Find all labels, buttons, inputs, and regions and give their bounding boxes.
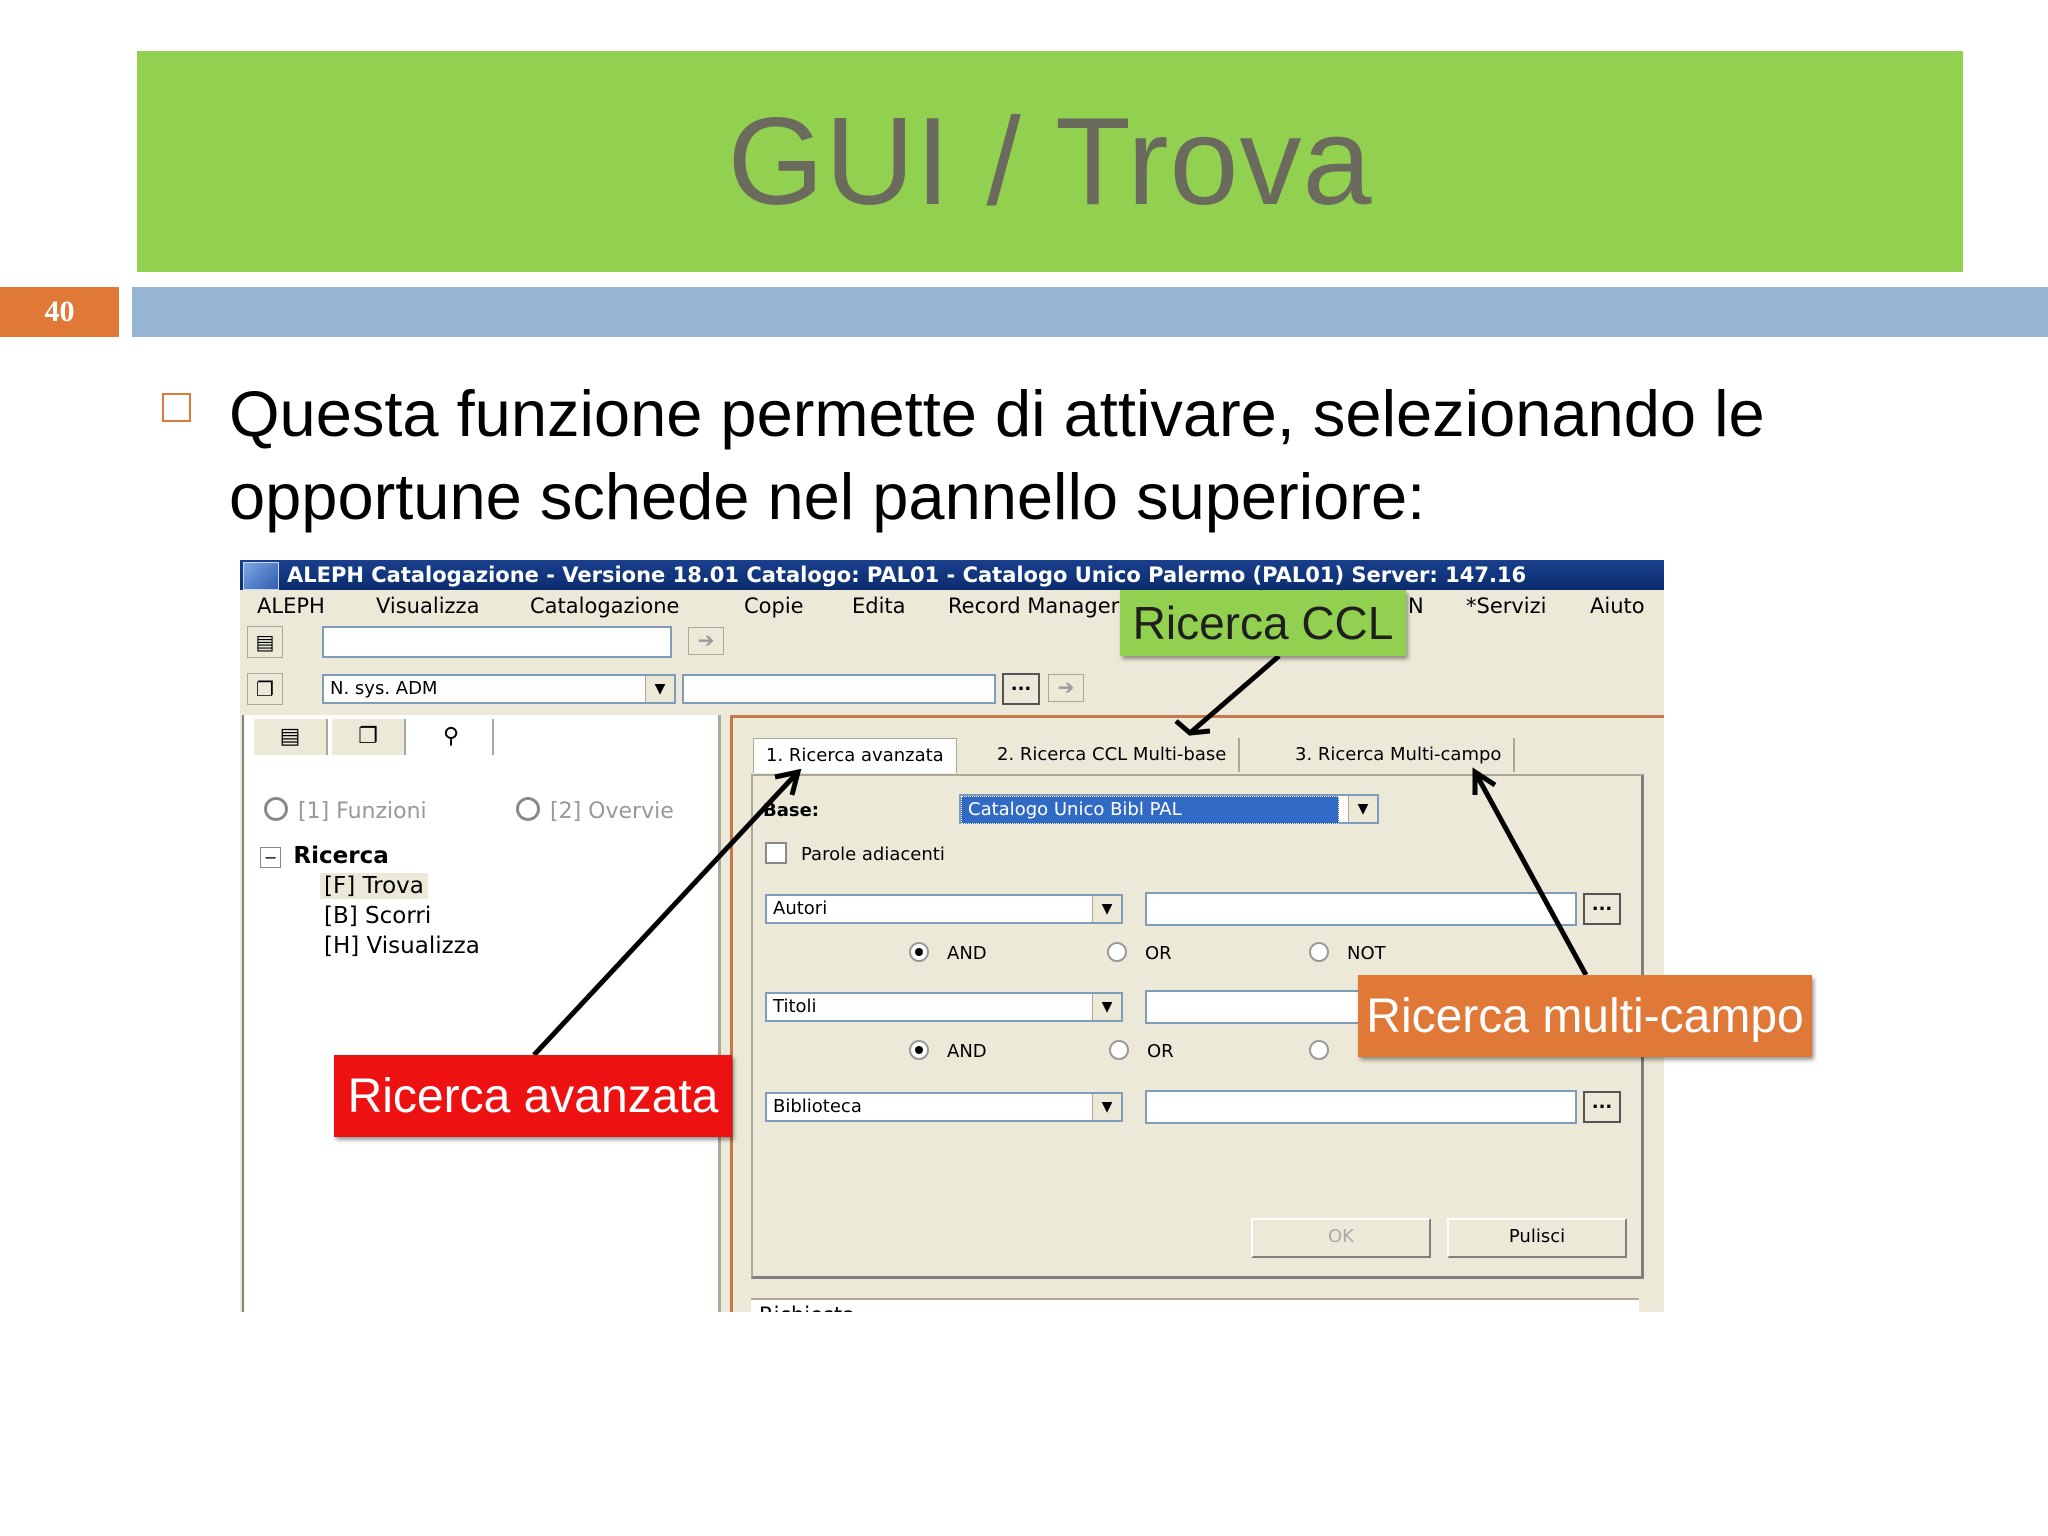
go-arrow-icon[interactable]: ➔ bbox=[1048, 674, 1084, 702]
aleph-screenshot: ALEPH Catalogazione - Versione 18.01 Cat… bbox=[240, 560, 1664, 1312]
menu-copie[interactable]: Copie bbox=[744, 590, 804, 622]
field3-dots-button[interactable]: ... bbox=[1583, 1091, 1621, 1123]
radio-icon bbox=[909, 1040, 929, 1060]
left-navigation-panel: ▤ ❐ ⚲ [1] Funzioni [2] Overvie − Ricerca … bbox=[242, 715, 721, 1312]
menu-record-manager[interactable]: Record Manager bbox=[948, 590, 1119, 622]
field3-select[interactable]: Biblioteca ▼ bbox=[765, 1092, 1123, 1122]
menu-n[interactable]: N bbox=[1408, 590, 1424, 622]
base-select[interactable]: Catalogo Unico Bibl PAL ▼ bbox=[959, 794, 1379, 824]
index-value-input[interactable] bbox=[682, 674, 996, 704]
catalog-record-icon[interactable]: ▤ bbox=[247, 626, 283, 658]
bullet-square-icon bbox=[162, 393, 191, 422]
divider-bar bbox=[132, 287, 2048, 337]
chevron-down-icon[interactable]: ▼ bbox=[645, 676, 674, 702]
callout-ricerca-ccl: Ricerca CCL bbox=[1120, 590, 1406, 656]
lp-tab-window-icon[interactable]: ❐ bbox=[332, 719, 406, 755]
checkbox-icon bbox=[765, 842, 787, 864]
tab-ricerca-multi-campo[interactable]: 3. Ricerca Multi-campo bbox=[1283, 738, 1516, 772]
window-title: ALEPH Catalogazione - Versione 18.01 Cat… bbox=[287, 563, 1527, 587]
radio-icon bbox=[909, 942, 929, 962]
menu-aiuto[interactable]: Aiuto bbox=[1590, 590, 1645, 622]
go-arrow-icon[interactable]: ➔ bbox=[688, 627, 724, 655]
marc-app-icon bbox=[243, 562, 279, 590]
radio-icon bbox=[1109, 1040, 1129, 1060]
op2-and-radio[interactable]: AND bbox=[909, 1040, 987, 1062]
richiesta-panel: Richiesta bbox=[751, 1298, 1639, 1312]
lp-tab-binoculars-icon[interactable]: ⚲ bbox=[410, 719, 494, 755]
callout-ricerca-multi-campo: Ricerca multi-campo bbox=[1358, 975, 1812, 1057]
op2-not-radio[interactable] bbox=[1309, 1040, 1347, 1062]
radio-icon bbox=[516, 797, 540, 821]
tab-ricerca-ccl[interactable]: 2. Ricerca CCL Multi-base bbox=[985, 738, 1241, 772]
slide-title-bar: GUI / Trova bbox=[137, 51, 1963, 272]
field1-input[interactable] bbox=[1145, 892, 1577, 926]
tree-item-visualizza[interactable]: [H] Visualizza bbox=[324, 933, 480, 959]
menu-servizi[interactable]: *Servizi bbox=[1466, 590, 1547, 622]
slide-number: 40 bbox=[0, 287, 119, 337]
chevron-down-icon[interactable]: ▼ bbox=[1348, 796, 1377, 822]
pulisci-button[interactable]: Pulisci bbox=[1447, 1218, 1627, 1258]
radio-icon bbox=[264, 797, 288, 821]
bullet-text: Questa funzione permette di attivare, se… bbox=[229, 377, 1765, 533]
index-select[interactable]: N. sys. ADM ▼ bbox=[322, 674, 676, 704]
radio-icon bbox=[1309, 1040, 1329, 1060]
ok-button[interactable]: OK bbox=[1251, 1218, 1431, 1258]
field1-select[interactable]: Autori ▼ bbox=[765, 894, 1123, 924]
lp-tab-record-icon[interactable]: ▤ bbox=[254, 719, 328, 755]
browse-dots-button[interactable]: ... bbox=[1002, 673, 1040, 705]
tree-item-scorri[interactable]: [B] Scorri bbox=[324, 903, 431, 929]
collapse-minus-icon[interactable]: − bbox=[260, 847, 282, 868]
base-label: Base: bbox=[763, 800, 819, 821]
op2-or-radio[interactable]: OR bbox=[1109, 1040, 1174, 1062]
radio-icon bbox=[1309, 942, 1329, 962]
parole-adiacenti-checkbox[interactable]: Parole adiacenti bbox=[765, 842, 945, 865]
chevron-down-icon[interactable]: ▼ bbox=[1092, 1094, 1121, 1120]
tree-item-trova[interactable]: [F] Trova bbox=[320, 873, 428, 899]
radio-funzioni[interactable]: [1] Funzioni bbox=[264, 797, 427, 824]
op1-not-radio[interactable]: NOT bbox=[1309, 942, 1386, 964]
quick-search-input[interactable] bbox=[322, 626, 672, 658]
field1-dots-button[interactable]: ... bbox=[1583, 893, 1621, 925]
field3-input[interactable] bbox=[1145, 1090, 1577, 1124]
radio-icon bbox=[1107, 942, 1127, 962]
chevron-down-icon[interactable]: ▼ bbox=[1092, 896, 1121, 922]
menu-catalogazione[interactable]: Catalogazione bbox=[530, 590, 679, 622]
window-titlebar: ALEPH Catalogazione - Versione 18.01 Cat… bbox=[240, 560, 1664, 590]
radio-overview[interactable]: [2] Overvie bbox=[516, 797, 674, 824]
menu-aleph[interactable]: ALEPH bbox=[257, 590, 325, 622]
field2-select[interactable]: Titoli ▼ bbox=[765, 992, 1123, 1022]
tab-ricerca-avanzata[interactable]: 1. Ricerca avanzata bbox=[753, 738, 957, 773]
slide-title: GUI / Trova bbox=[727, 92, 1373, 231]
tree-root-ricerca[interactable]: − Ricerca bbox=[260, 843, 389, 869]
chevron-down-icon[interactable]: ▼ bbox=[1092, 994, 1121, 1020]
copy-window-icon[interactable]: ❐ bbox=[247, 673, 283, 705]
op1-and-radio[interactable]: AND bbox=[909, 942, 987, 964]
menu-bar: ALEPH Visualizza Catalogazione Copie Edi… bbox=[240, 590, 1664, 622]
menu-visualizza[interactable]: Visualizza bbox=[376, 590, 479, 622]
op1-or-radio[interactable]: OR bbox=[1107, 942, 1172, 964]
menu-edita[interactable]: Edita bbox=[852, 590, 906, 622]
callout-ricerca-avanzata: Ricerca avanzata bbox=[334, 1055, 732, 1137]
